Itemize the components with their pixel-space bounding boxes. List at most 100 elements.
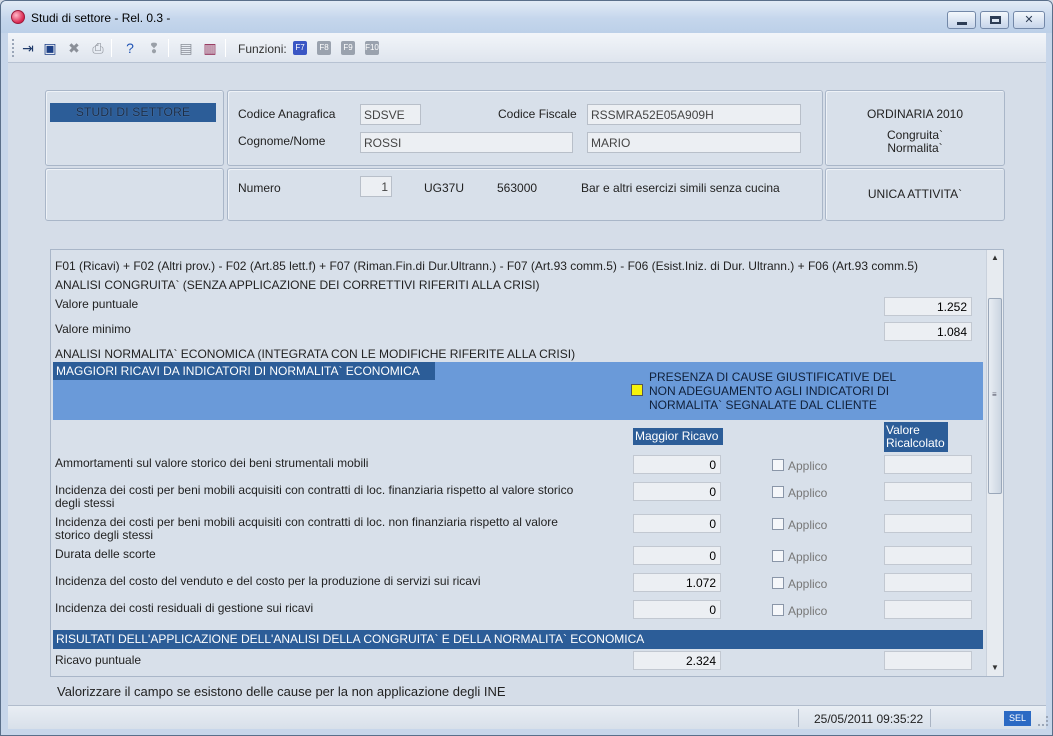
valore-minimo-field[interactable]: 1.084 (884, 322, 972, 341)
grip-icon: ≡ (992, 390, 997, 399)
numero-field[interactable]: 1 (360, 176, 392, 197)
studio-code: UG37U (424, 181, 465, 195)
minimize-button[interactable] (947, 11, 976, 29)
title-bar[interactable]: Studi di settore - Rel. 0.3 - ✕ (1, 1, 1052, 33)
row-label-costi-residuali: Incidenza dei costi residuali di gestion… (55, 601, 314, 615)
client-area: ⇥ ▣ ✖ ⎙ ? ❢ ▤ ▥ Funzioni: F7 F8 F9 F10 S… (8, 33, 1046, 709)
applico-checkbox[interactable] (772, 486, 784, 498)
applico-label: Applico (788, 604, 828, 618)
books-icon[interactable]: ▥ (202, 40, 218, 56)
f7-button[interactable]: F7 (293, 41, 307, 55)
maggior-ricavo-field[interactable]: 0 (633, 514, 721, 533)
studi-settore-badge: STUDI DI SETTORE (50, 103, 216, 122)
maggior-ricavo-field[interactable]: 0 (633, 455, 721, 474)
valore-puntuale-field[interactable]: 1.252 (884, 297, 972, 316)
toolbar-separator (111, 39, 112, 57)
row-label-loc-finanziaria: Incidenza dei costi per beni mobili acqu… (55, 483, 574, 510)
title-panel (45, 90, 224, 166)
cause-giustificative-checkbox[interactable] (631, 384, 643, 396)
ricavo-puntuale-ricalcolato-field[interactable] (884, 651, 972, 670)
formula-text: F01 (Ricavi) + F02 (Altri prov.) - F02 (… (55, 259, 919, 273)
maximize-button[interactable] (980, 11, 1009, 29)
unica-attivita-label: UNICA ATTIVITA` (867, 187, 963, 201)
normalita-label: Normalita` (887, 141, 943, 155)
applico-checkbox[interactable] (772, 518, 784, 530)
row-label-costo-venduto: Incidenza del costo del venduto e del co… (55, 574, 481, 588)
valore-ricalcolato-field[interactable] (884, 514, 972, 533)
applico-label: Applico (788, 459, 828, 473)
row-label-ammortamenti: Ammortamenti sul valore storico dei beni… (55, 456, 369, 470)
codice-fiscale-label: Codice Fiscale (498, 107, 577, 121)
maggior-ricavo-header: Maggior Ricavo (633, 428, 723, 445)
maggior-ricavo-field[interactable]: 0 (633, 600, 721, 619)
applico-checkbox[interactable] (772, 459, 784, 471)
toolbar: ⇥ ▣ ✖ ⎙ ? ❢ ▤ ▥ Funzioni: F7 F8 F9 F10 (8, 33, 1046, 63)
ateco-code: 563000 (497, 181, 538, 195)
applico-label: Applico (788, 550, 828, 564)
valore-ricalcolato-header: Valore Ricalcolato (884, 422, 948, 452)
maggior-ricavo-field[interactable]: 0 (633, 546, 721, 565)
valore-ricalcolato-field[interactable] (884, 600, 972, 619)
codice-fiscale-field[interactable]: RSSMRA52E05A909H (587, 104, 801, 125)
anagrafica-panel (227, 90, 823, 166)
cognome-field[interactable]: ROSSI (360, 132, 573, 153)
help-icon[interactable]: ? (122, 40, 138, 56)
maggiori-ricavi-heading: MAGGIORI RICAVI DA INDICATORI DI NORMALI… (53, 362, 435, 380)
applico-label: Applico (788, 486, 828, 500)
close-button[interactable]: ✕ (1013, 11, 1045, 29)
analysis-panel: F01 (Ricavi) + F02 (Altri prov.) - F02 (… (50, 249, 1004, 677)
maggior-ricavo-field[interactable]: 1.072 (633, 573, 721, 592)
print-icon[interactable]: ⎙ (90, 40, 106, 56)
status-separator (798, 709, 799, 727)
resize-grip-icon[interactable] (1038, 716, 1048, 726)
valore-puntuale-label: Valore puntuale (55, 297, 139, 311)
codice-anagrafica-field[interactable]: SDSVE (360, 104, 421, 125)
applico-label: Applico (788, 577, 828, 591)
f9-button[interactable]: F9 (341, 41, 355, 55)
document-icon[interactable]: ▤ (178, 40, 194, 56)
delete-icon[interactable]: ✖ (66, 40, 82, 56)
applico-checkbox[interactable] (772, 550, 784, 562)
app-window: Studi di settore - Rel. 0.3 - ✕ ⇥ ▣ ✖ ⎙ … (0, 0, 1053, 736)
status-mode-badge: SEL (1004, 711, 1031, 726)
applico-checkbox[interactable] (772, 577, 784, 589)
nome-field[interactable]: MARIO (587, 132, 801, 153)
row-label-loc-non-finanziaria: Incidenza dei costi per beni mobili acqu… (55, 515, 558, 542)
cause-giustificative-label: PRESENZA DI CAUSE GIUSTIFICATIVE DEL NON… (649, 370, 896, 412)
f8-button[interactable]: F8 (317, 41, 331, 55)
scroll-down-icon[interactable]: ▼ (987, 660, 1003, 676)
analisi-normalita-heading: ANALISI NORMALITA` ECONOMICA (INTEGRATA … (55, 347, 576, 361)
ricavo-puntuale-field[interactable]: 2.324 (633, 651, 721, 670)
functions-label: Funzioni: (238, 42, 287, 56)
maximize-icon (990, 16, 1001, 24)
minimize-icon (957, 22, 967, 25)
scroll-thumb[interactable]: ≡ (988, 298, 1002, 494)
save-icon[interactable]: ▣ (42, 40, 58, 56)
status-separator (930, 709, 931, 727)
applico-checkbox[interactable] (772, 604, 784, 616)
valore-ricalcolato-field[interactable] (884, 482, 972, 501)
toolbar-grip[interactable] (12, 39, 15, 57)
hint-text: Valorizzare il campo se esistono delle c… (57, 684, 506, 699)
row-label-durata-scorte: Durata delle scorte (55, 547, 156, 561)
risultati-heading: RISULTATI DELL'APPLICAZIONE DELL'ANALISI… (53, 630, 983, 649)
close-icon: ✕ (1024, 14, 1034, 26)
analisi-congruita-heading: ANALISI CONGRUITA` (SENZA APPLICAZIONE D… (55, 278, 540, 292)
valore-ricalcolato-field[interactable] (884, 546, 972, 565)
activity-description: Bar e altri esercizi simili senza cucina (581, 181, 780, 195)
codice-anagrafica-label: Codice Anagrafica (238, 107, 336, 121)
maggior-ricavo-field[interactable]: 0 (633, 482, 721, 501)
congruita-label: Congruita` (886, 128, 944, 142)
status-datetime: 25/05/2011 09:35:22 (814, 712, 924, 726)
applico-label: Applico (788, 518, 828, 532)
f10-button[interactable]: F10 (365, 41, 379, 55)
exit-icon[interactable]: ⇥ (20, 40, 36, 56)
vertical-scrollbar[interactable]: ▲ ≡ ▼ (986, 250, 1003, 676)
valore-ricalcolato-field[interactable] (884, 455, 972, 474)
toolbar-separator (225, 39, 226, 57)
valore-minimo-label: Valore minimo (55, 322, 131, 336)
valore-ricalcolato-field[interactable] (884, 573, 972, 592)
info-icon[interactable]: ❢ (146, 40, 162, 56)
scroll-up-icon[interactable]: ▲ (987, 250, 1003, 266)
empty-panel (45, 168, 224, 221)
